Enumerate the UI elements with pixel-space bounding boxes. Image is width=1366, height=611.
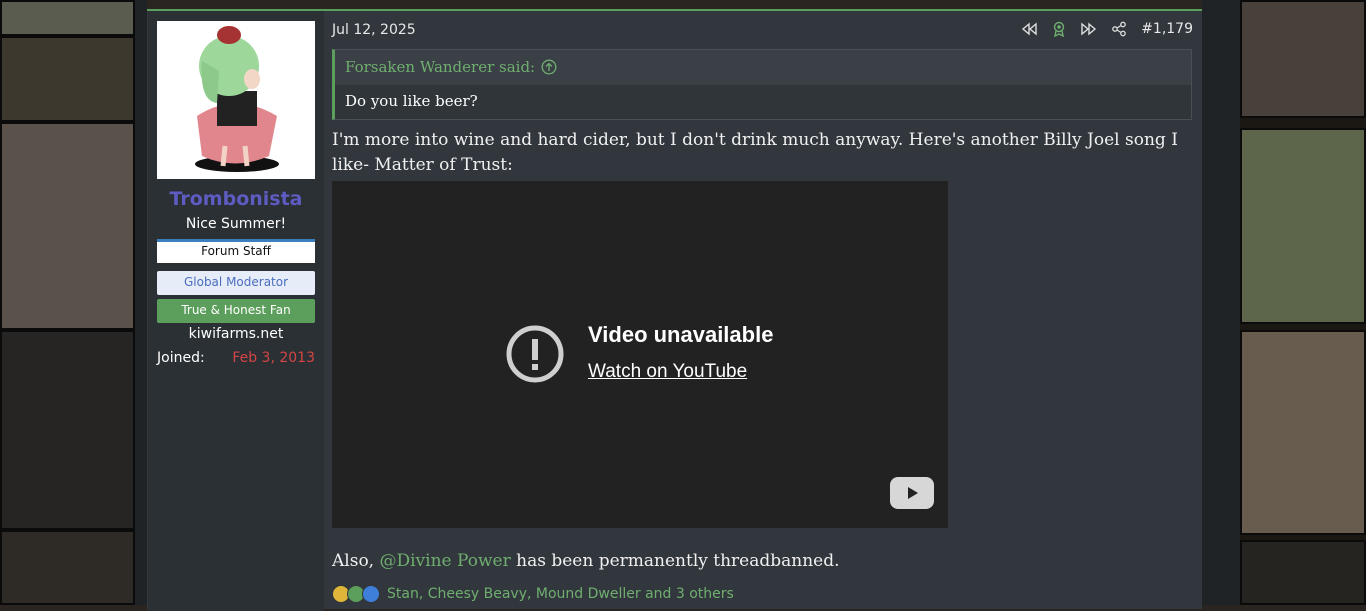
- right-gutter: [1202, 0, 1240, 605]
- next-unread-icon[interactable]: [1081, 21, 1097, 37]
- user-info-column: Trombonista Nice Summer! Forum Staff Glo…: [148, 11, 324, 611]
- right-background-art: [1240, 0, 1366, 605]
- quote-body-container: Do you like beer?: [335, 85, 1191, 119]
- first-unread-icon[interactable]: [1021, 21, 1037, 37]
- banner-true-honest-fan: True & Honest Fan: [157, 299, 315, 323]
- banner-forum-staff: Forum Staff: [157, 239, 315, 263]
- user-title: Nice Summer!: [185, 216, 287, 232]
- left-gutter: [135, 0, 147, 605]
- footer-suffix: has been permanently threadbanned.: [510, 551, 840, 571]
- award-icon[interactable]: [1051, 21, 1067, 37]
- username[interactable]: Trombonista: [148, 188, 324, 210]
- left-background-art: [0, 0, 135, 605]
- joined-label: Joined:: [157, 350, 205, 366]
- post-number-link[interactable]: #1,179: [1141, 21, 1193, 37]
- quote-author[interactable]: Forsaken Wanderer said:: [345, 58, 535, 76]
- footer-prefix: Also,: [332, 551, 380, 571]
- reactions-list[interactable]: Stan, Cheesy Beavy, Mound Dweller and 3 …: [387, 586, 734, 602]
- watch-on-youtube-link[interactable]: Watch on YouTube: [588, 361, 747, 383]
- share-icon[interactable]: [1111, 21, 1127, 37]
- reactions-bar: Stan, Cheesy Beavy, Mound Dweller and 3 …: [332, 585, 734, 603]
- quote-header[interactable]: Forsaken Wanderer said:: [345, 58, 557, 76]
- message-text: I'm more into wine and hard cider, but I…: [332, 130, 1178, 175]
- like-icon: [362, 585, 380, 603]
- youtube-logo-icon[interactable]: [890, 477, 934, 509]
- alert-circle-icon: [506, 325, 564, 383]
- quote-block: Forsaken Wanderer said: Do you like beer…: [332, 49, 1192, 120]
- reaction-icons[interactable]: [332, 585, 380, 603]
- joined-date: Feb 3, 2013: [232, 350, 315, 366]
- user-site: kiwifarms.net: [188, 326, 284, 342]
- user-mention-link[interactable]: @Divine Power: [379, 551, 510, 571]
- message-footer-text: Also, @Divine Power has been permanently…: [332, 551, 840, 571]
- forum-post: Trombonista Nice Summer! Forum Staff Glo…: [147, 9, 1202, 611]
- post-date[interactable]: Jul 12, 2025: [332, 22, 416, 38]
- banner-global-moderator: Global Moderator: [157, 271, 315, 295]
- arrow-up-circle-icon[interactable]: [541, 59, 557, 75]
- quote-text: Do you like beer?: [345, 92, 478, 110]
- video-unavailable-title: Video unavailable: [588, 322, 774, 347]
- video-embed[interactable]: Video unavailable Watch on YouTube: [332, 181, 948, 528]
- play-icon: [908, 487, 918, 499]
- post-actions: #1,179: [1021, 21, 1193, 37]
- avatar-image: [195, 26, 279, 172]
- user-avatar[interactable]: [157, 21, 315, 179]
